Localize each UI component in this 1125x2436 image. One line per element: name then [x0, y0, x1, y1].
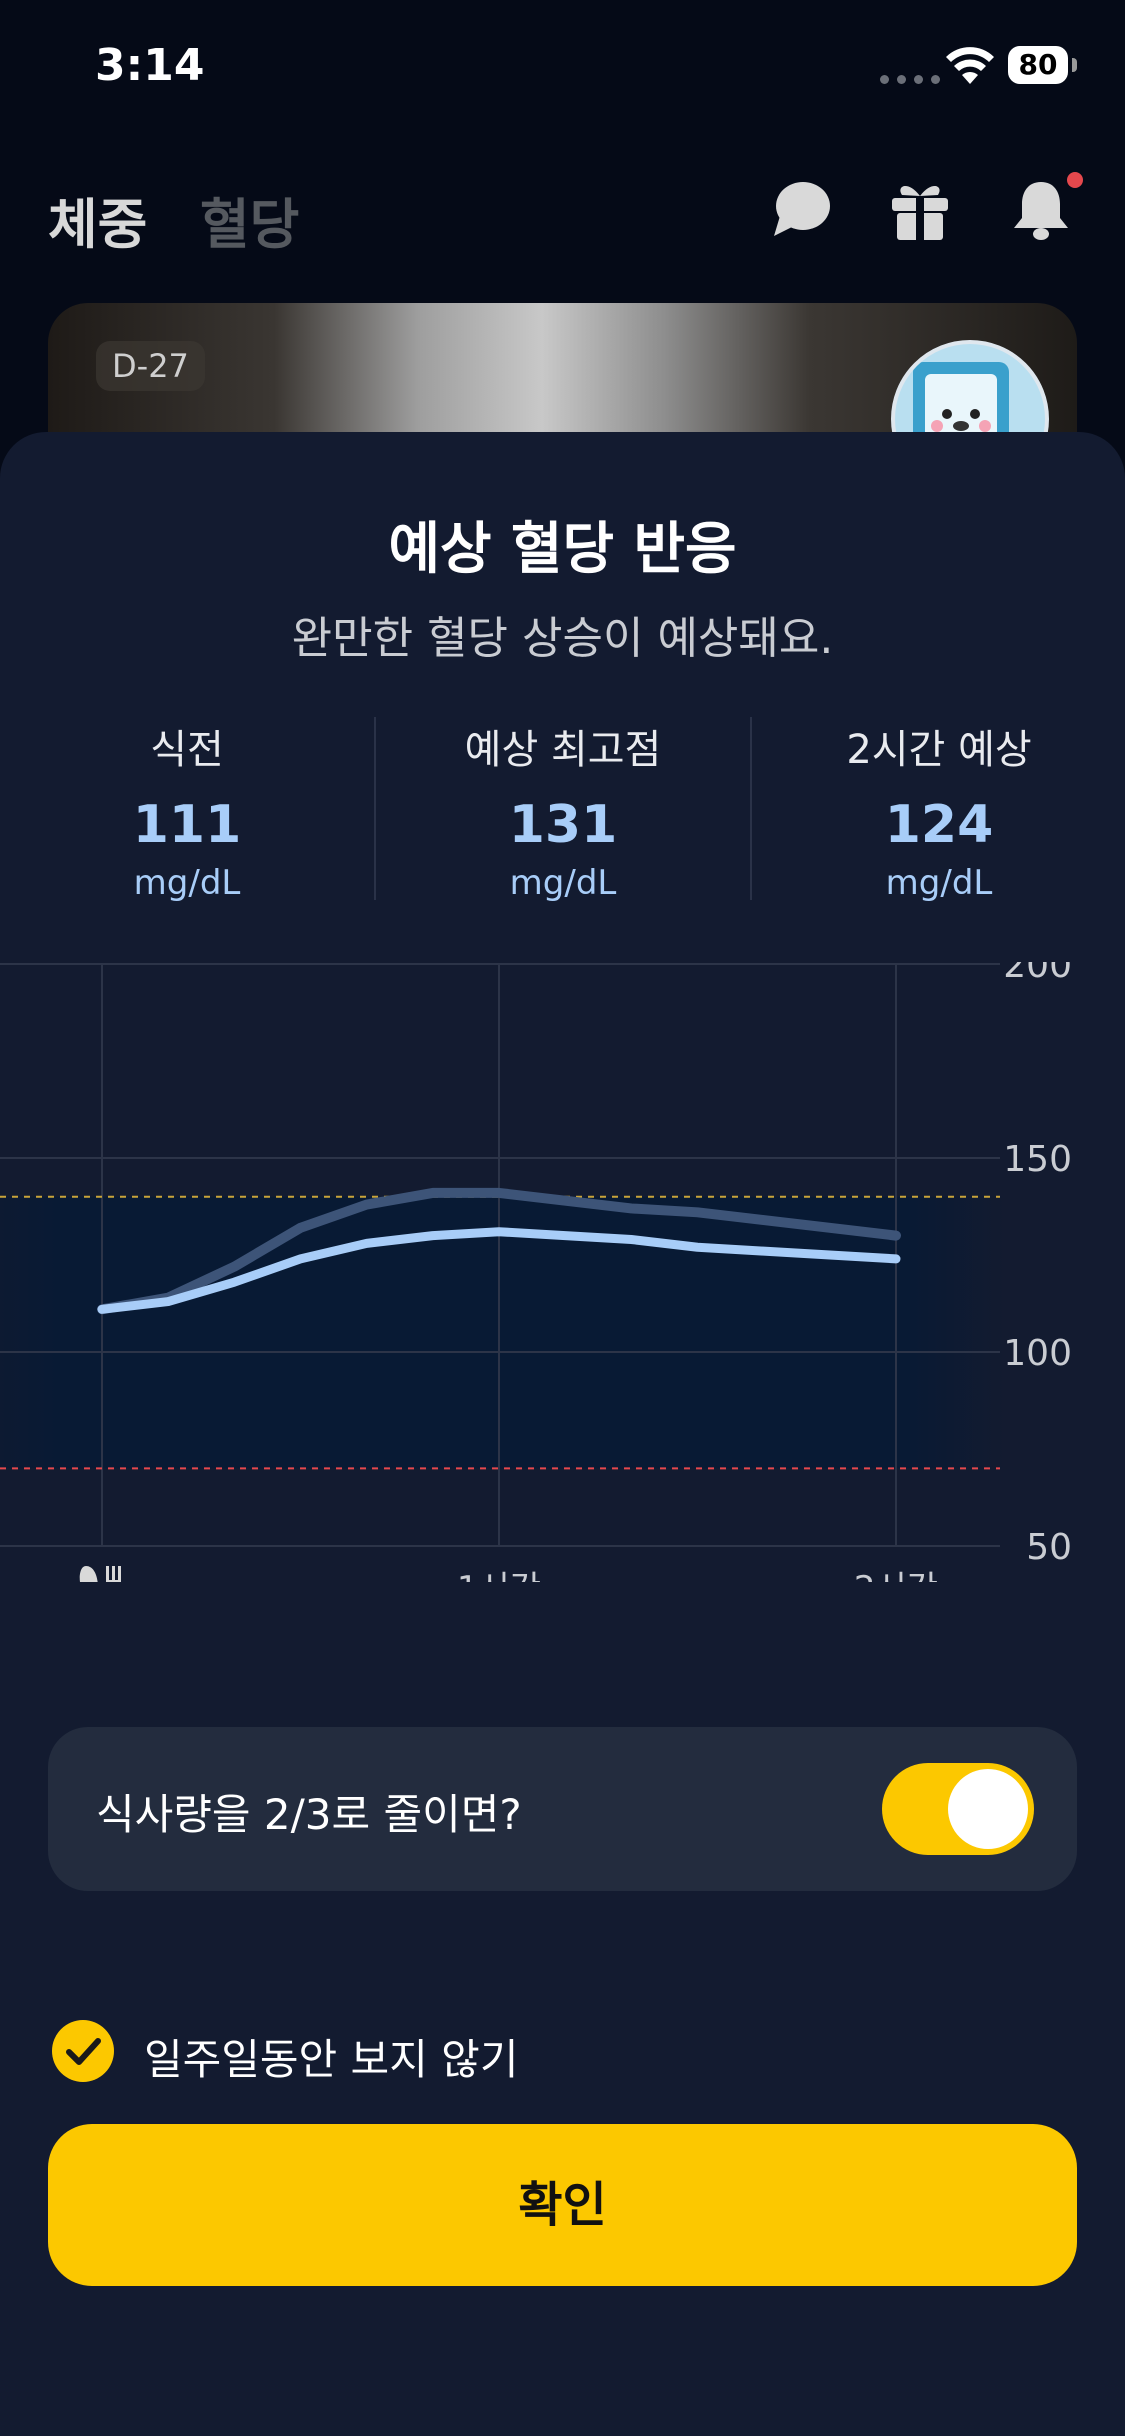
stat-value: 131	[508, 795, 618, 855]
wifi-icon	[946, 47, 994, 84]
sheet-subtitle: 완만한 혈당 상승이 예상돼요.	[291, 613, 834, 664]
battery-nub	[1072, 58, 1077, 72]
cellular-signal-icon	[880, 75, 940, 84]
chat-icon[interactable]	[770, 178, 832, 240]
stat-peak: 예상 최고점 131 mg/dL	[376, 717, 750, 903]
sheet-title: 예상 혈당 반응	[388, 517, 737, 582]
stat-unit: mg/dL	[509, 863, 617, 903]
tab-weight[interactable]: 체중	[48, 180, 147, 259]
y-tick-label: 50	[1026, 1527, 1072, 1568]
stat-label: 2시간 예상	[846, 727, 1032, 773]
y-tick-label: 100	[1003, 1333, 1072, 1374]
stat-unit: mg/dL	[885, 863, 993, 903]
d-day-badge: D-27	[96, 341, 205, 391]
bell-icon[interactable]	[1010, 178, 1072, 242]
portion-reduction-card: 식사량을 2/3로 줄이면?	[48, 1727, 1077, 1891]
stat-label: 예상 최고점	[464, 727, 662, 773]
portion-reduction-toggle[interactable]	[882, 1763, 1034, 1855]
glucose-chart: 200 150 100 50 1시간 2시간	[0, 962, 1072, 1582]
stat-value: 111	[132, 795, 242, 855]
stat-unit: mg/dL	[133, 863, 241, 903]
y-tick-label: 150	[1003, 1139, 1072, 1180]
toggle-knob	[948, 1769, 1028, 1849]
checkbox-checked[interactable]	[52, 2020, 114, 2082]
stat-two-hours: 2시간 예상 124 mg/dL	[752, 717, 1125, 903]
x-tick-label: 2시간	[854, 1569, 938, 1582]
tab-glucose[interactable]: 혈당	[200, 180, 299, 259]
stat-value: 124	[884, 795, 994, 855]
confirm-button[interactable]: 확인	[48, 2124, 1077, 2286]
battery-icon: 80	[1008, 46, 1068, 84]
skip-week-label: 일주일동안 보지 않기	[144, 2035, 519, 2084]
app-header: 체중 혈당	[0, 150, 1125, 270]
status-time: 3:14	[95, 40, 205, 91]
checkmark-icon	[66, 2038, 101, 2065]
stat-before-meal: 식전 111 mg/dL	[0, 717, 374, 903]
status-bar: 3:14 80	[0, 0, 1125, 140]
target-range-band	[0, 1196, 1005, 1469]
fork-knife-icon	[79, 1566, 121, 1582]
x-tick-label: 1시간	[457, 1569, 541, 1582]
stat-label: 식전	[150, 727, 224, 773]
notification-badge	[1067, 172, 1083, 188]
y-tick-label: 200	[1003, 962, 1072, 986]
portion-reduction-label: 식사량을 2/3로 줄이면?	[96, 1790, 522, 1839]
gift-icon[interactable]	[888, 178, 952, 242]
glucose-stats: 식전 111 mg/dL 예상 최고점 131 mg/dL 2시간 예상 124…	[0, 717, 1125, 907]
glucose-prediction-sheet: 예상 혈당 반응 완만한 혈당 상승이 예상돼요. 식전 111 mg/dL 예…	[0, 432, 1125, 2436]
